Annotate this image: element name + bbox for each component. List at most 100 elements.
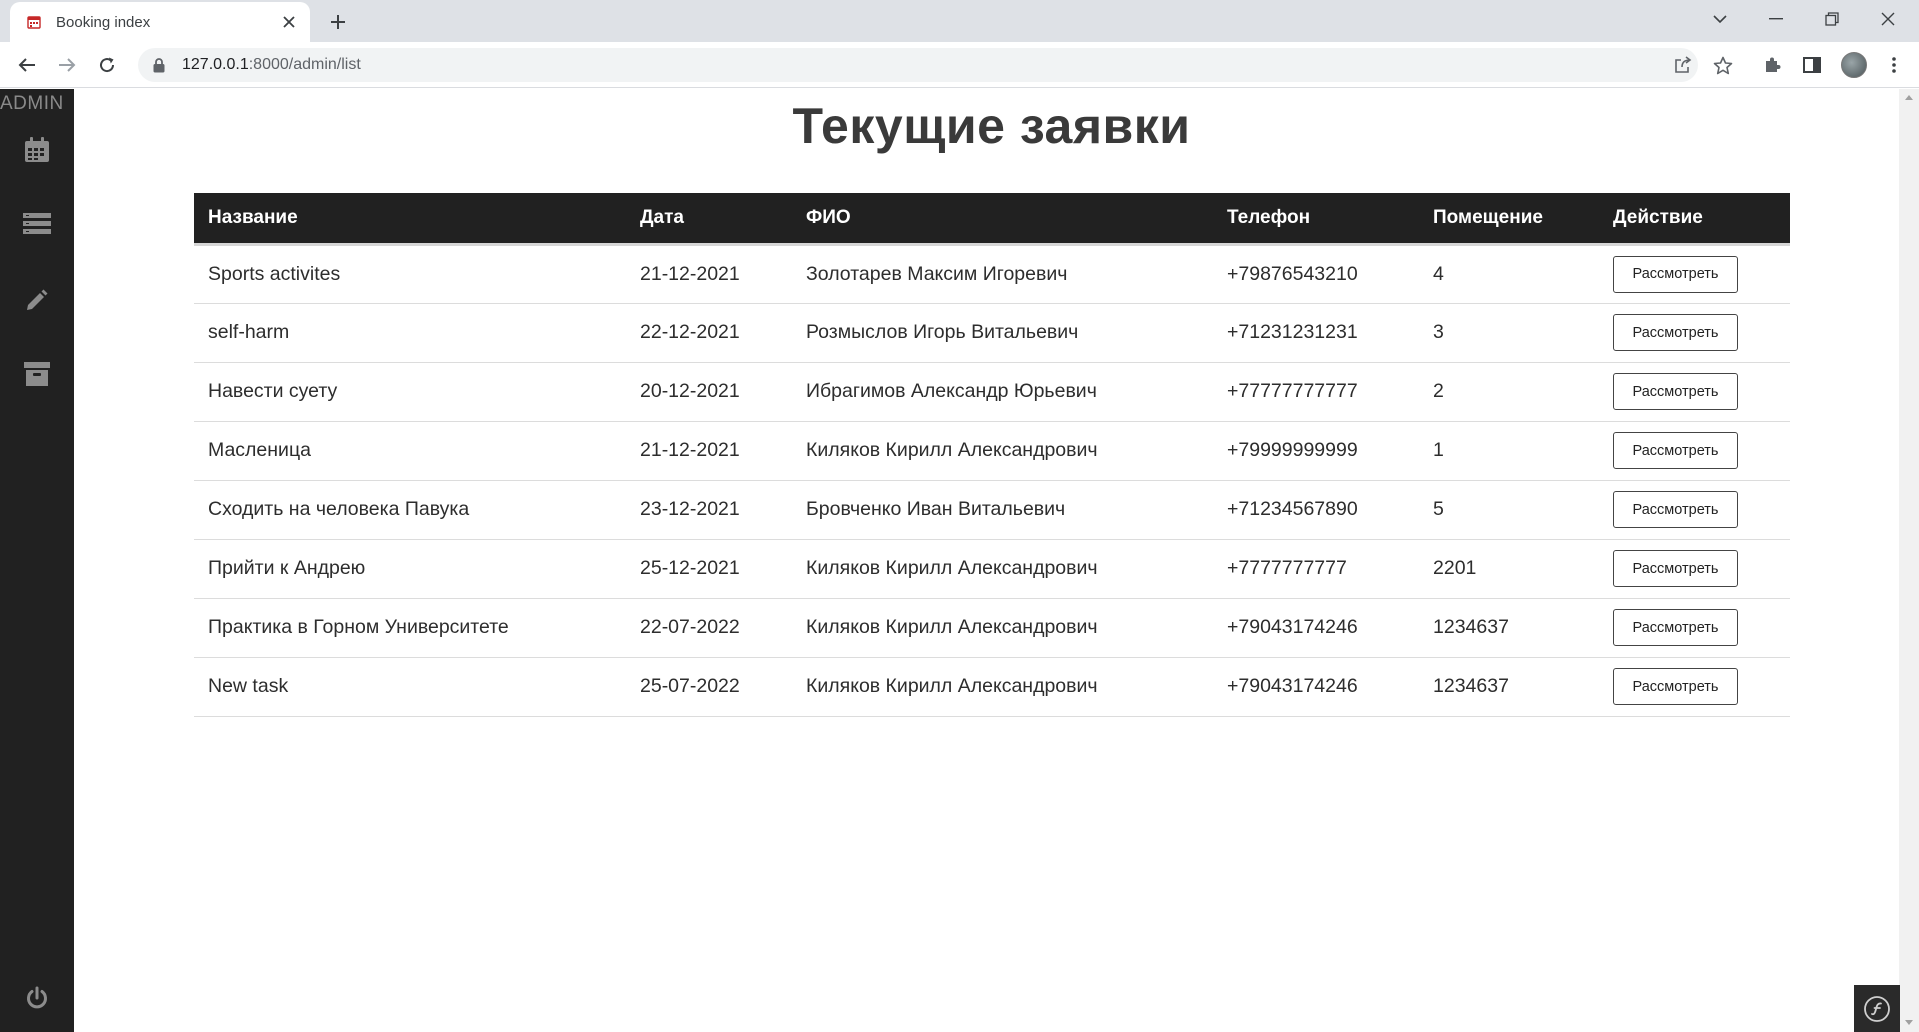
cell-date: 21-12-2021 [640,439,740,461]
page-title: Текущие заявки [792,98,1191,154]
view-request-button[interactable]: Рассмотреть [1613,314,1738,351]
cell-phone: +71234567890 [1227,498,1358,520]
browser-tabstrip: Booking index [0,0,1919,42]
sidebar-list-icon[interactable] [22,209,52,239]
cell-name: New task [208,675,289,697]
view-request-button[interactable]: Рассмотреть [1613,373,1738,410]
table-row: self-harm 22-12-2021 Розмыслов Игорь Витал… [194,303,1790,362]
view-request-button[interactable]: Рассмотреть [1613,668,1738,705]
cell-name: Масленица [208,439,311,461]
cell-room: 3 [1433,321,1444,343]
cell-room: 1 [1433,439,1444,461]
vertical-scrollbar[interactable] [1899,89,1919,1032]
header-action: Действие [1613,206,1703,228]
url-text: 127.0.0.1:8000/admin/list [182,56,361,74]
header-name: Название [208,206,298,228]
cell-fio: Золотарев Максим Игоревич [806,262,1068,285]
cell-action: Рассмотреть [1599,303,1790,362]
menu-kebab-icon[interactable] [1878,49,1910,81]
forward-icon[interactable] [51,49,83,81]
minimize-icon[interactable] [1748,0,1804,38]
view-request-button[interactable]: Рассмотреть [1613,255,1738,293]
cell-room: 4 [1433,262,1444,285]
cell-room: 1234637 [1433,675,1509,697]
cell-name: Сходить на человека Павука [208,498,470,520]
cell-fio: Киляков Кирилл Александрович [806,439,1098,461]
cell-fio: Киляков Кирилл Александрович [806,675,1098,697]
view-request-button[interactable]: Рассмотреть [1613,550,1738,587]
table-row: New task 25-07-2022 Киляков Кирилл Алексан… [194,657,1790,716]
tab-close-icon[interactable] [278,11,300,33]
back-icon[interactable] [11,49,43,81]
cell-action: Рассмотреть [1599,598,1790,657]
admin-brand: ADMIN [0,93,64,114]
restore-icon[interactable] [1804,0,1860,38]
cell-fio: Ибрагимов Александр Юрьевич [806,380,1097,402]
scroll-down-icon[interactable] [1899,1014,1919,1030]
cell-date: 25-12-2021 [640,557,740,579]
cell-name: Навести суету [208,380,338,402]
cell-phone: +79876543210 [1227,262,1358,285]
table-row: Практика в Горном Университете 22-07-2022… [194,598,1790,657]
cell-name: Прийти к Андрею [208,557,366,579]
cell-fio: Бровченко Иван Витальевич [806,498,1066,520]
cell-action: Рассмотреть [1599,657,1790,716]
cell-phone: +79043174246 [1227,675,1358,697]
browser-tab[interactable]: Booking index [10,2,310,42]
cell-room: 2 [1433,380,1444,402]
cell-name: self-harm [208,321,290,343]
cell-action: Рассмотреть [1599,480,1790,539]
sidebar-power-icon[interactable] [22,983,52,1013]
cell-room: 5 [1433,498,1444,520]
table-row: Sports activites 21-12-2021 Золотарев Макс… [194,244,1790,303]
symfony-toolbar-icon[interactable] [1854,985,1900,1032]
cell-phone: +77777777777 [1227,380,1358,402]
sidebar-archive-icon[interactable] [22,359,52,389]
table-row: Навести суету 20-12-2021 Ибрагимов Алексан… [194,362,1790,421]
cell-action: Рассмотреть [1599,421,1790,480]
bookmark-star-icon[interactable] [1708,50,1738,80]
main-content: Текущие заявки Название Дата ФИО Телефон… [74,89,1899,1032]
sidebar-calendar-icon[interactable] [22,135,52,165]
url-path: :8000/admin/list [248,56,361,73]
lock-icon[interactable] [152,57,166,73]
table-row: Сходить на человека Павука 23-12-2021 Бров… [194,480,1790,539]
cell-date: 22-12-2021 [640,321,740,343]
tab-search-icon[interactable] [1692,0,1748,38]
table-row: Прийти к Андрею 25-12-2021 Киляков Кирилл … [194,539,1790,598]
calendar-favicon-icon [26,14,42,30]
cell-date: 20-12-2021 [640,380,740,402]
table-row: Масленица 21-12-2021 Киляков Кирилл Алекса… [194,421,1790,480]
header-fio: ФИО [806,206,851,228]
side-panel-icon[interactable] [1796,49,1828,81]
bookings-table: Название Дата ФИО Телефон Помещение Дейс… [194,193,1790,717]
tab-title: Booking index [56,13,151,31]
cell-date: 21-12-2021 [640,262,740,285]
new-tab-icon[interactable] [324,8,352,36]
cell-fio: Розмыслов Игорь Витальевич [806,321,1079,343]
address-bar[interactable]: 127.0.0.1:8000/admin/list [138,48,1698,82]
header-phone: Телефон [1227,206,1311,228]
profile-avatar-icon[interactable] [1838,49,1870,81]
cell-phone: +7777777777 [1227,557,1347,579]
sidebar-pencil-icon[interactable] [22,285,52,315]
share-icon[interactable] [1668,50,1698,80]
cell-phone: +79043174246 [1227,616,1358,638]
close-window-icon[interactable] [1860,0,1916,38]
view-request-button[interactable]: Рассмотреть [1613,491,1738,528]
cell-room: 1234637 [1433,616,1509,638]
cell-action: Рассмотреть [1599,539,1790,598]
scroll-up-icon[interactable] [1899,89,1919,105]
cell-date: 22-07-2022 [640,616,740,638]
view-request-button[interactable]: Рассмотреть [1613,609,1738,646]
table-header-row: Название Дата ФИО Телефон Помещение Дейс… [194,193,1790,244]
cell-action: Рассмотреть [1599,244,1790,303]
cell-action: Рассмотреть [1599,362,1790,421]
cell-phone: +79999999999 [1227,439,1358,461]
cell-date: 23-12-2021 [640,498,740,520]
view-request-button[interactable]: Рассмотреть [1613,432,1738,469]
cell-name: Практика в Горном Университете [208,616,509,638]
extensions-icon[interactable] [1756,49,1788,81]
url-host: 127.0.0.1 [182,56,249,73]
reload-icon[interactable] [91,49,123,81]
